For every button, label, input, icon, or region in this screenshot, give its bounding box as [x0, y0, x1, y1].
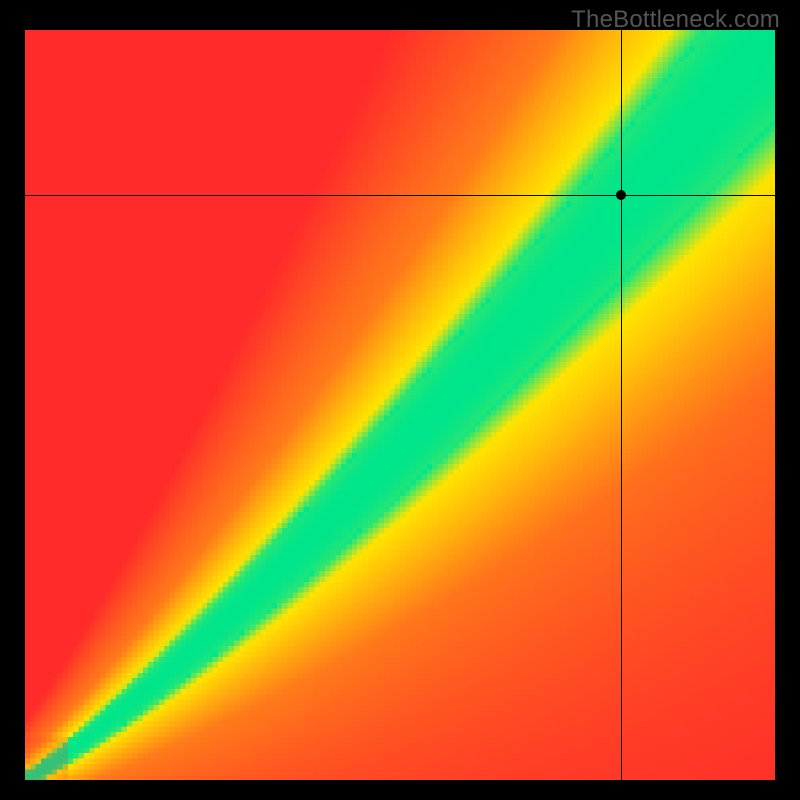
heatmap-plot: [25, 30, 775, 780]
watermark-text: TheBottleneck.com: [571, 6, 780, 34]
crosshair-vertical: [621, 30, 622, 780]
selection-marker: [616, 190, 626, 200]
crosshair-horizontal: [25, 195, 775, 196]
heatmap-canvas: [25, 30, 775, 780]
